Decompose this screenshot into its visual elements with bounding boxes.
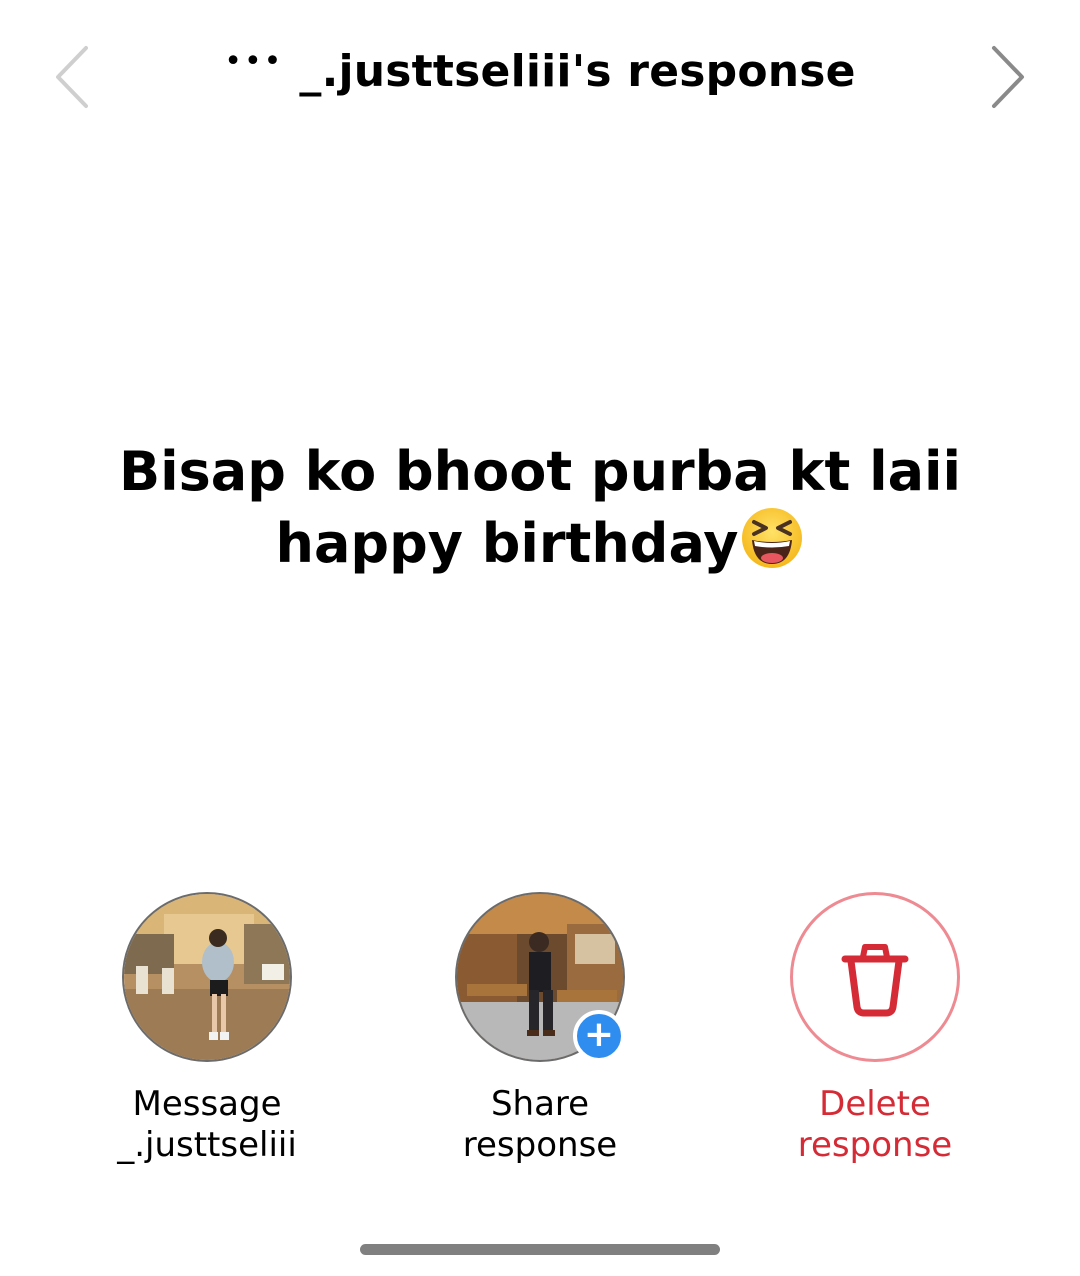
share-label: Share response — [410, 1084, 670, 1166]
message-user-button[interactable]: Message _.justtseliii — [77, 892, 337, 1166]
avatar-photo — [124, 894, 290, 1060]
message-label-line2: _.justtseliii — [117, 1125, 297, 1165]
delete-label-line2: response — [797, 1125, 953, 1165]
next-button[interactable] — [988, 44, 1028, 110]
plus-badge-icon: + — [573, 1010, 625, 1062]
share-label-line2: response — [462, 1125, 618, 1165]
title-row: ••• _.justtseliii's response — [0, 46, 1080, 97]
chevron-right-icon — [992, 46, 1024, 108]
more-icon[interactable]: ••• — [224, 46, 283, 77]
avatar — [122, 892, 292, 1062]
avatar-container: + — [455, 892, 625, 1062]
delete-response-button[interactable]: Delete response — [745, 892, 1005, 1166]
avatar-container — [122, 892, 292, 1062]
delete-circle — [790, 892, 960, 1062]
home-indicator[interactable] — [360, 1244, 720, 1255]
message-label: Message _.justtseliii — [77, 1084, 337, 1166]
response-text: Bisap ko bhoot purba kt laii happy birth… — [40, 438, 1040, 578]
laughing-squinting-face-icon — [742, 508, 803, 568]
response-actions: Message _.justtseliii + Share response D… — [0, 892, 1080, 1172]
trash-icon — [841, 944, 909, 1017]
response-message: Bisap ko bhoot purba kt laii happy birth… — [118, 440, 962, 575]
header: ••• _.justtseliii's response — [0, 0, 1080, 160]
message-label-line1: Message — [132, 1084, 282, 1124]
delete-label: Delete response — [745, 1084, 1005, 1166]
share-response-button[interactable]: + Share response — [410, 892, 670, 1166]
delete-label-line1: Delete — [819, 1084, 931, 1124]
share-label-line1: Share — [490, 1084, 590, 1124]
page-title: _.justtseliii's response — [299, 46, 856, 97]
